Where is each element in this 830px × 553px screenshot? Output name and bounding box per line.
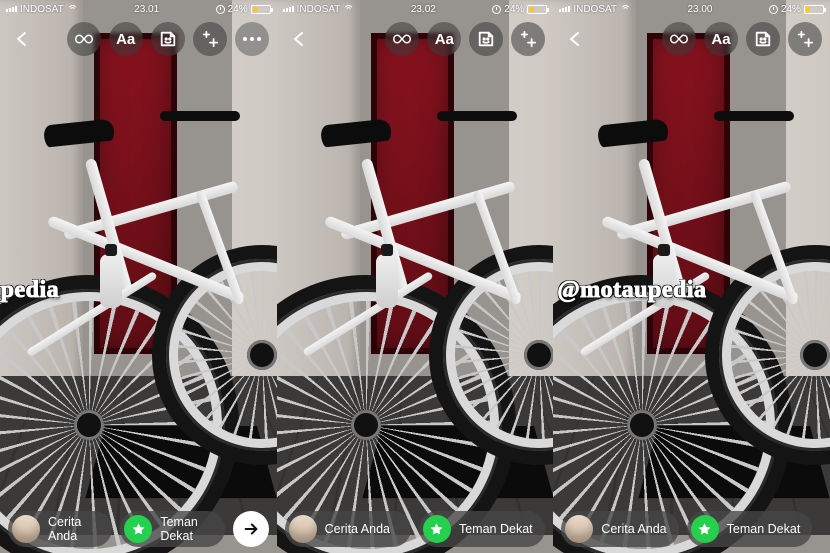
battery-icon <box>251 5 271 14</box>
send-button[interactable] <box>233 511 269 547</box>
effects-button[interactable] <box>193 22 227 56</box>
editor-toolbar: Aa <box>277 22 554 56</box>
close-friends-label: Teman Dekat <box>160 515 212 543</box>
your-story-button[interactable]: Cerita Anda <box>561 511 678 547</box>
signal-icon <box>283 6 294 12</box>
star-icon <box>131 522 146 537</box>
sticker-icon <box>754 30 772 48</box>
story-editor-screen-3: INDOSAT 23.00 24% Aa @motaupedia Cerita … <box>553 0 830 553</box>
battery-percent: 24% <box>504 4 524 15</box>
alarm-icon <box>492 5 501 14</box>
battery-icon <box>527 5 547 14</box>
editor-toolbar: Aa <box>0 22 277 56</box>
wifi-icon <box>343 5 354 13</box>
sparkles-icon <box>201 30 219 48</box>
clock: 23.02 <box>411 4 436 15</box>
your-story-label: Cerita Anda <box>601 522 666 536</box>
avatar-icon <box>565 515 593 543</box>
wifi-icon <box>620 5 631 13</box>
avatar-icon <box>12 515 40 543</box>
clock: 23.00 <box>687 4 712 15</box>
text-button[interactable]: Aa <box>427 22 461 56</box>
your-story-button[interactable]: Cerita Anda <box>285 511 411 547</box>
your-story-label: Cerita Anda <box>325 522 390 536</box>
carrier-label: INDOSAT <box>20 4 64 15</box>
alarm-icon <box>216 5 225 14</box>
editor-toolbar: Aa <box>553 22 830 56</box>
chevron-left-icon <box>566 30 584 48</box>
close-friends-badge <box>691 515 719 543</box>
close-friends-button[interactable]: Teman Dekat <box>687 511 813 547</box>
story-editor-screen-1: INDOSAT 23.01 24% Aa @motaupedia <box>0 0 277 553</box>
share-bar: Cerita Anda Teman Dekat <box>277 511 554 547</box>
status-bar: INDOSAT 23.01 24% <box>0 0 277 18</box>
sparkles-icon <box>519 30 537 48</box>
alarm-icon <box>769 5 778 14</box>
clock: 23.01 <box>134 4 159 15</box>
infinity-icon <box>393 30 411 48</box>
signal-icon <box>6 6 17 12</box>
your-story-label: Cerita Anda <box>48 515 100 543</box>
share-bar: Cerita Anda Teman Dekat <box>553 511 830 547</box>
boomerang-button[interactable] <box>662 22 696 56</box>
boomerang-button[interactable] <box>385 22 419 56</box>
close-friends-badge <box>124 515 152 543</box>
text-button[interactable]: Aa <box>109 22 143 56</box>
close-friends-button[interactable]: Teman Dekat <box>419 511 545 547</box>
signal-icon <box>559 6 570 12</box>
story-editor-screen-2: INDOSAT 23.02 24% Aa @motaupedia Cerita … <box>277 0 554 553</box>
share-bar: Cerita Anda Teman Dekat <box>0 511 277 547</box>
status-bar: INDOSAT 23.00 24% <box>553 0 830 18</box>
sticker-button[interactable] <box>469 22 503 56</box>
effects-button[interactable] <box>511 22 545 56</box>
back-button[interactable] <box>8 22 36 56</box>
infinity-icon <box>670 30 688 48</box>
watermark-text: @motaupedia <box>557 277 706 304</box>
text-button[interactable]: Aa <box>704 22 738 56</box>
wifi-icon <box>67 5 78 13</box>
your-story-button[interactable]: Cerita Anda <box>8 511 112 547</box>
ellipsis-icon <box>243 37 261 41</box>
status-bar: INDOSAT 23.02 24% <box>277 0 554 18</box>
sticker-button[interactable] <box>746 22 780 56</box>
carrier-label: INDOSAT <box>573 4 617 15</box>
battery-percent: 24% <box>228 4 248 15</box>
battery-icon <box>804 5 824 14</box>
arrow-right-icon <box>242 520 260 538</box>
chevron-left-icon <box>13 30 31 48</box>
carrier-label: INDOSAT <box>297 4 341 15</box>
close-friends-button[interactable]: Teman Dekat <box>120 511 224 547</box>
avatar-icon <box>289 515 317 543</box>
back-button[interactable] <box>561 22 589 56</box>
close-friends-label: Teman Dekat <box>727 522 801 536</box>
close-friends-label: Teman Dekat <box>459 522 533 536</box>
effects-button[interactable] <box>788 22 822 56</box>
battery-percent: 24% <box>781 4 801 15</box>
sticker-icon <box>159 30 177 48</box>
back-button[interactable] <box>285 22 313 56</box>
boomerang-button[interactable] <box>67 22 101 56</box>
chevron-left-icon <box>290 30 308 48</box>
close-friends-badge <box>423 515 451 543</box>
infinity-icon <box>75 30 93 48</box>
sparkles-icon <box>796 30 814 48</box>
star-icon <box>429 522 444 537</box>
star-icon <box>697 522 712 537</box>
sticker-button[interactable] <box>151 22 185 56</box>
sticker-icon <box>477 30 495 48</box>
story-photo <box>277 0 554 553</box>
watermark-text: @motaupedia <box>0 277 59 304</box>
more-button[interactable] <box>235 22 269 56</box>
